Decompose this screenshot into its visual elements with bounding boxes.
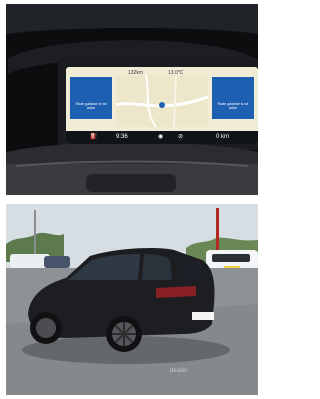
eye-icon: ◉: [158, 134, 164, 140]
speed-readout: 132km: [128, 70, 144, 76]
watermark: dealer: [170, 368, 188, 374]
nav-map: [116, 75, 208, 127]
car-photo: [6, 204, 258, 395]
temperature-readout: 13.0°C: [168, 70, 184, 76]
clock-readout: 9:36: [116, 134, 128, 140]
warning-icon: ⊘: [178, 134, 184, 140]
car-scene: [6, 204, 258, 395]
instrument-cluster: Route guidance is not active Route guida…: [66, 67, 258, 144]
status-bar: ⛽ 9:36 ◉ ⊘ 0 km: [66, 131, 258, 144]
range-readout: 0 km: [216, 134, 230, 140]
nav-panel-left: Route guidance is not active: [70, 77, 112, 119]
nav-panel-left-text: Route guidance is not active: [75, 102, 107, 110]
fuel-icon: ⛽: [90, 134, 98, 140]
nav-panel-right: Route guidance is not active: [212, 77, 254, 119]
nav-panel-right-text: Route guidance is not active: [217, 102, 249, 110]
dashboard-photo: Route guidance is not active Route guida…: [6, 4, 258, 195]
